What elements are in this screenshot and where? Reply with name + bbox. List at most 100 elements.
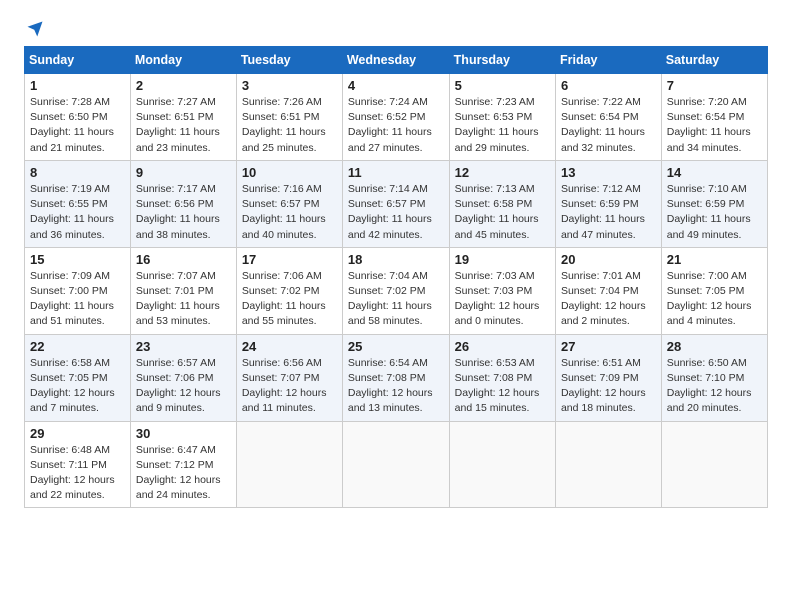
day-info: Sunrise: 7:09 AMSunset: 7:00 PMDaylight:… — [30, 269, 125, 330]
day-info: Sunrise: 6:54 AMSunset: 7:08 PMDaylight:… — [348, 356, 444, 417]
day-number: 2 — [136, 78, 231, 93]
calendar-cell: 16Sunrise: 7:07 AMSunset: 7:01 PMDayligh… — [130, 247, 236, 334]
day-number: 17 — [242, 252, 337, 267]
calendar-cell — [342, 421, 449, 508]
calendar-cell: 2 Sunrise: 7:27 AMSunset: 6:51 PMDaylight… — [130, 74, 236, 161]
day-number: 6 — [561, 78, 656, 93]
day-number: 13 — [561, 165, 656, 180]
day-info: Sunrise: 6:48 AMSunset: 7:11 PMDaylight:… — [30, 443, 125, 504]
weekday-header-friday: Friday — [555, 47, 661, 74]
calendar-cell: 12Sunrise: 7:13 AMSunset: 6:58 PMDayligh… — [449, 160, 555, 247]
day-number: 1 — [30, 78, 125, 93]
calendar-cell: 7 Sunrise: 7:20 AMSunset: 6:54 PMDaylight… — [661, 74, 767, 161]
day-info: Sunrise: 6:53 AMSunset: 7:08 PMDaylight:… — [455, 356, 550, 417]
calendar-cell: 9 Sunrise: 7:17 AMSunset: 6:56 PMDaylight… — [130, 160, 236, 247]
day-info: Sunrise: 6:47 AMSunset: 7:12 PMDaylight:… — [136, 443, 231, 504]
logo-bird-icon — [26, 20, 44, 38]
logo — [24, 20, 44, 38]
calendar-cell: 17 Sunrise: 7:06 AMSunset: 7:02 PMDayligh… — [236, 247, 342, 334]
calendar-week-2: 8 Sunrise: 7:19 AMSunset: 6:55 PMDaylight… — [25, 160, 768, 247]
weekday-header-saturday: Saturday — [661, 47, 767, 74]
calendar-body: 1 Sunrise: 7:28 AMSunset: 6:50 PMDaylight… — [25, 74, 768, 508]
calendar-cell: 28 Sunrise: 6:50 AMSunset: 7:10 PMDayligh… — [661, 334, 767, 421]
day-number: 4 — [348, 78, 444, 93]
day-info: Sunrise: 7:24 AMSunset: 6:52 PMDaylight:… — [348, 95, 444, 156]
day-number: 7 — [667, 78, 762, 93]
day-number: 21 — [667, 252, 762, 267]
day-info: Sunrise: 7:26 AMSunset: 6:51 PMDaylight:… — [242, 95, 337, 156]
day-number: 8 — [30, 165, 125, 180]
calendar-cell — [661, 421, 767, 508]
day-number: 3 — [242, 78, 337, 93]
day-info: Sunrise: 7:00 AMSunset: 7:05 PMDaylight:… — [667, 269, 762, 330]
day-number: 25 — [348, 339, 444, 354]
calendar-cell: 6 Sunrise: 7:22 AMSunset: 6:54 PMDaylight… — [555, 74, 661, 161]
day-info: Sunrise: 7:23 AMSunset: 6:53 PMDaylight:… — [455, 95, 550, 156]
calendar-cell: 29Sunrise: 6:48 AMSunset: 7:11 PMDayligh… — [25, 421, 131, 508]
calendar-cell: 4 Sunrise: 7:24 AMSunset: 6:52 PMDaylight… — [342, 74, 449, 161]
calendar-cell: 13 Sunrise: 7:12 AMSunset: 6:59 PMDayligh… — [555, 160, 661, 247]
day-number: 18 — [348, 252, 444, 267]
day-info: Sunrise: 7:10 AMSunset: 6:59 PMDaylight:… — [667, 182, 762, 243]
calendar-cell: 19 Sunrise: 7:03 AMSunset: 7:03 PMDayligh… — [449, 247, 555, 334]
calendar-cell: 25 Sunrise: 6:54 AMSunset: 7:08 PMDayligh… — [342, 334, 449, 421]
day-info: Sunrise: 7:17 AMSunset: 6:56 PMDaylight:… — [136, 182, 231, 243]
day-info: Sunrise: 6:50 AMSunset: 7:10 PMDaylight:… — [667, 356, 762, 417]
calendar-cell: 5 Sunrise: 7:23 AMSunset: 6:53 PMDaylight… — [449, 74, 555, 161]
day-info: Sunrise: 7:20 AMSunset: 6:54 PMDaylight:… — [667, 95, 762, 156]
calendar-cell: 15 Sunrise: 7:09 AMSunset: 7:00 PMDayligh… — [25, 247, 131, 334]
day-info: Sunrise: 7:28 AMSunset: 6:50 PMDaylight:… — [30, 95, 125, 156]
calendar-cell: 10 Sunrise: 7:16 AMSunset: 6:57 PMDayligh… — [236, 160, 342, 247]
day-info: Sunrise: 7:22 AMSunset: 6:54 PMDaylight:… — [561, 95, 656, 156]
day-number: 28 — [667, 339, 762, 354]
calendar-table: SundayMondayTuesdayWednesdayThursdayFrid… — [24, 46, 768, 508]
day-number: 19 — [455, 252, 550, 267]
calendar-cell — [555, 421, 661, 508]
day-number: 10 — [242, 165, 337, 180]
calendar-week-5: 29Sunrise: 6:48 AMSunset: 7:11 PMDayligh… — [25, 421, 768, 508]
day-info: Sunrise: 7:01 AMSunset: 7:04 PMDaylight:… — [561, 269, 656, 330]
day-info: Sunrise: 7:04 AMSunset: 7:02 PMDaylight:… — [348, 269, 444, 330]
weekday-header-sunday: Sunday — [25, 47, 131, 74]
day-info: Sunrise: 7:13 AMSunset: 6:58 PMDaylight:… — [455, 182, 550, 243]
day-number: 9 — [136, 165, 231, 180]
weekday-header-wednesday: Wednesday — [342, 47, 449, 74]
day-info: Sunrise: 7:16 AMSunset: 6:57 PMDaylight:… — [242, 182, 337, 243]
day-number: 27 — [561, 339, 656, 354]
calendar-week-4: 22Sunrise: 6:58 AMSunset: 7:05 PMDayligh… — [25, 334, 768, 421]
day-info: Sunrise: 6:56 AMSunset: 7:07 PMDaylight:… — [242, 356, 337, 417]
calendar-cell: 22Sunrise: 6:58 AMSunset: 7:05 PMDayligh… — [25, 334, 131, 421]
day-number: 24 — [242, 339, 337, 354]
calendar-week-1: 1 Sunrise: 7:28 AMSunset: 6:50 PMDaylight… — [25, 74, 768, 161]
calendar-cell: 3 Sunrise: 7:26 AMSunset: 6:51 PMDaylight… — [236, 74, 342, 161]
calendar-cell: 27Sunrise: 6:51 AMSunset: 7:09 PMDayligh… — [555, 334, 661, 421]
calendar-cell: 8 Sunrise: 7:19 AMSunset: 6:55 PMDaylight… — [25, 160, 131, 247]
weekday-header-monday: Monday — [130, 47, 236, 74]
day-info: Sunrise: 7:07 AMSunset: 7:01 PMDaylight:… — [136, 269, 231, 330]
day-number: 23 — [136, 339, 231, 354]
day-number: 20 — [561, 252, 656, 267]
calendar-cell: 20 Sunrise: 7:01 AMSunset: 7:04 PMDayligh… — [555, 247, 661, 334]
day-number: 15 — [30, 252, 125, 267]
calendar-week-3: 15 Sunrise: 7:09 AMSunset: 7:00 PMDayligh… — [25, 247, 768, 334]
calendar-cell: 21 Sunrise: 7:00 AMSunset: 7:05 PMDayligh… — [661, 247, 767, 334]
day-info: Sunrise: 7:14 AMSunset: 6:57 PMDaylight:… — [348, 182, 444, 243]
day-number: 30 — [136, 426, 231, 441]
weekday-header-row: SundayMondayTuesdayWednesdayThursdayFrid… — [25, 47, 768, 74]
calendar-cell: 23Sunrise: 6:57 AMSunset: 7:06 PMDayligh… — [130, 334, 236, 421]
day-info: Sunrise: 7:27 AMSunset: 6:51 PMDaylight:… — [136, 95, 231, 156]
day-info: Sunrise: 7:12 AMSunset: 6:59 PMDaylight:… — [561, 182, 656, 243]
day-info: Sunrise: 7:03 AMSunset: 7:03 PMDaylight:… — [455, 269, 550, 330]
day-info: Sunrise: 6:58 AMSunset: 7:05 PMDaylight:… — [30, 356, 125, 417]
day-number: 26 — [455, 339, 550, 354]
weekday-header-tuesday: Tuesday — [236, 47, 342, 74]
day-info: Sunrise: 7:06 AMSunset: 7:02 PMDaylight:… — [242, 269, 337, 330]
calendar-cell: 14Sunrise: 7:10 AMSunset: 6:59 PMDayligh… — [661, 160, 767, 247]
calendar-cell: 11 Sunrise: 7:14 AMSunset: 6:57 PMDayligh… — [342, 160, 449, 247]
day-number: 5 — [455, 78, 550, 93]
calendar-cell — [449, 421, 555, 508]
calendar-cell: 30 Sunrise: 6:47 AMSunset: 7:12 PMDayligh… — [130, 421, 236, 508]
day-info: Sunrise: 7:19 AMSunset: 6:55 PMDaylight:… — [30, 182, 125, 243]
day-number: 11 — [348, 165, 444, 180]
calendar-cell: 18 Sunrise: 7:04 AMSunset: 7:02 PMDayligh… — [342, 247, 449, 334]
